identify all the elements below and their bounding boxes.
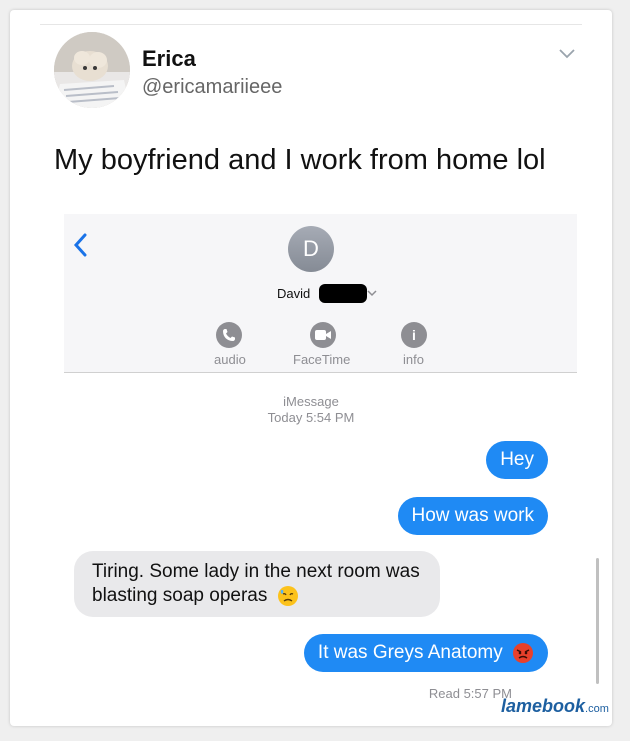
facetime-label[interactable]: FaceTime <box>293 352 350 367</box>
back-chevron-icon[interactable] <box>72 232 88 258</box>
chevron-down-icon[interactable] <box>558 48 576 60</box>
watermark-suffix: .com <box>585 703 609 715</box>
message-text: Hey <box>500 449 534 470</box>
contact-name[interactable]: David <box>277 286 310 301</box>
contact-avatar[interactable]: D <box>288 226 334 272</box>
timestamp: Today 5:54 PM <box>267 410 355 425</box>
audio-button[interactable] <box>216 322 242 348</box>
scrollbar[interactable] <box>596 558 599 684</box>
phone-icon <box>223 329 235 341</box>
info-icon: i <box>412 327 416 343</box>
contact-chevron-icon[interactable] <box>367 290 377 297</box>
video-icon <box>315 330 331 340</box>
angry-face-emoji-icon <box>513 642 533 663</box>
tweet-text: My boyfriend and I work from home lol <box>54 144 546 176</box>
author-handle[interactable]: @ericamariieee <box>142 76 282 99</box>
message-bubble[interactable]: Hey <box>486 441 548 479</box>
message-bubble[interactable]: Tiring. Some lady in the next room was b… <box>74 551 440 617</box>
info-label[interactable]: info <box>403 352 424 367</box>
message-text: It was Greys Anatomy <box>317 642 503 663</box>
message-text: Tiring. Some lady in the next room was b… <box>92 561 420 606</box>
avatar-image <box>54 32 130 108</box>
avatar[interactable] <box>54 32 130 108</box>
facetime-button[interactable] <box>310 322 336 348</box>
service-label: iMessage <box>283 394 339 409</box>
info-button[interactable]: i <box>401 322 427 348</box>
sad-sweat-emoji-icon <box>277 585 298 606</box>
message-bubble[interactable]: It was Greys Anatomy <box>303 634 548 672</box>
message-bubble[interactable]: How was work <box>397 497 548 535</box>
message-text: How was work <box>411 505 534 526</box>
tweet-card: Erica @ericamariieee My boyfriend and I … <box>10 10 612 726</box>
audio-label[interactable]: audio <box>214 352 246 367</box>
redaction-bar <box>319 284 367 303</box>
watermark-brand: lamebook <box>501 696 586 716</box>
author-name[interactable]: Erica <box>142 46 196 72</box>
messages-header: D David audio FaceTime i info <box>64 214 577 373</box>
divider <box>40 24 582 25</box>
read-receipt: Read 5:57 PM <box>428 686 512 701</box>
watermark-logo: lamebook.com <box>501 696 609 717</box>
